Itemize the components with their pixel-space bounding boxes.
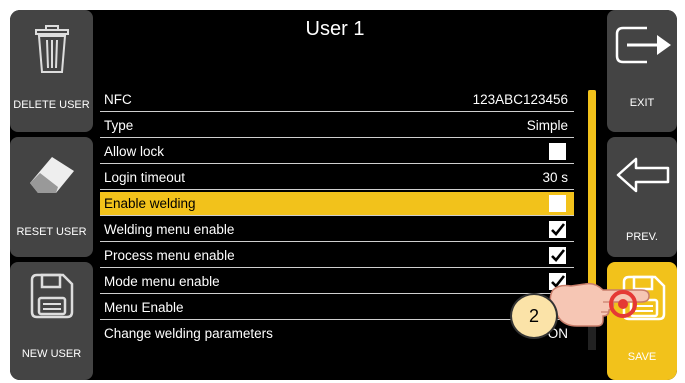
welding-menu-enable-label: Welding menu enable [104, 222, 235, 237]
type-label: Type [104, 118, 134, 133]
back-arrow-icon [616, 157, 670, 193]
settings-row-nfc[interactable]: NFC 123ABC123456 [100, 88, 574, 112]
settings-row-allow-lock[interactable]: Allow lock [100, 140, 574, 164]
step-number-badge: 2 [510, 293, 558, 339]
settings-row-change-welding-parameters[interactable]: Change welding parameters ON [100, 322, 574, 346]
eraser-icon [30, 157, 74, 193]
type-value: Simple [526, 118, 568, 133]
change-welding-parameters-label: Change welding parameters [104, 326, 273, 341]
nfc-label: NFC [104, 92, 132, 107]
exit-label: EXIT [629, 97, 655, 109]
delete-user-button[interactable]: DELETE USER [10, 10, 93, 132]
checkmark-icon [551, 249, 566, 262]
process-menu-enable-checkbox[interactable] [549, 247, 566, 264]
device-screen: DELETE USER RESET USER NEW USER EXIT PRE… [10, 10, 677, 380]
allow-lock-checkbox[interactable] [549, 143, 566, 160]
delete-user-label: DELETE USER [13, 99, 90, 111]
exit-button[interactable]: EXIT [607, 10, 677, 132]
new-user-label: NEW USER [21, 348, 82, 360]
login-timeout-value: 30 s [542, 170, 568, 185]
enable-welding-checkbox[interactable] [549, 195, 566, 212]
nfc-value: 123ABC123456 [472, 92, 568, 107]
pointing-hand-icon [549, 282, 650, 327]
settings-row-enable-welding[interactable]: Enable welding [100, 192, 574, 216]
save-label: SAVE [627, 351, 657, 363]
allow-lock-label: Allow lock [104, 144, 165, 159]
checkmark-icon [551, 223, 566, 236]
welding-menu-enable-checkbox[interactable] [549, 221, 566, 238]
process-menu-enable-label: Process menu enable [104, 248, 235, 263]
trash-icon [35, 25, 69, 73]
prev-label: PREV. [625, 231, 658, 243]
settings-row-process-menu-enable[interactable]: Process menu enable [100, 244, 574, 268]
enable-welding-label: Enable welding [104, 196, 196, 211]
login-timeout-label: Login timeout [104, 170, 186, 185]
floppy-disk-icon [30, 273, 74, 319]
mode-menu-enable-label: Mode menu enable [104, 274, 220, 289]
settings-row-login-timeout[interactable]: Login timeout 30 s [100, 166, 574, 190]
settings-row-menu-enable[interactable]: Menu Enable [100, 296, 574, 320]
settings-row-mode-menu-enable[interactable]: Mode menu enable [100, 270, 574, 294]
scrollbar-thumb[interactable] [588, 90, 596, 290]
reset-user-button[interactable]: RESET USER [10, 137, 93, 257]
menu-enable-label: Menu Enable [104, 300, 184, 315]
page-title: User 1 [305, 18, 365, 40]
settings-row-welding-menu-enable[interactable]: Welding menu enable [100, 218, 574, 242]
reset-user-label: RESET USER [16, 226, 87, 238]
prev-button[interactable]: PREV. [607, 137, 677, 257]
exit-arrow-icon [615, 26, 671, 64]
settings-row-type[interactable]: Type Simple [100, 114, 574, 138]
new-user-button[interactable]: NEW USER [10, 262, 93, 380]
